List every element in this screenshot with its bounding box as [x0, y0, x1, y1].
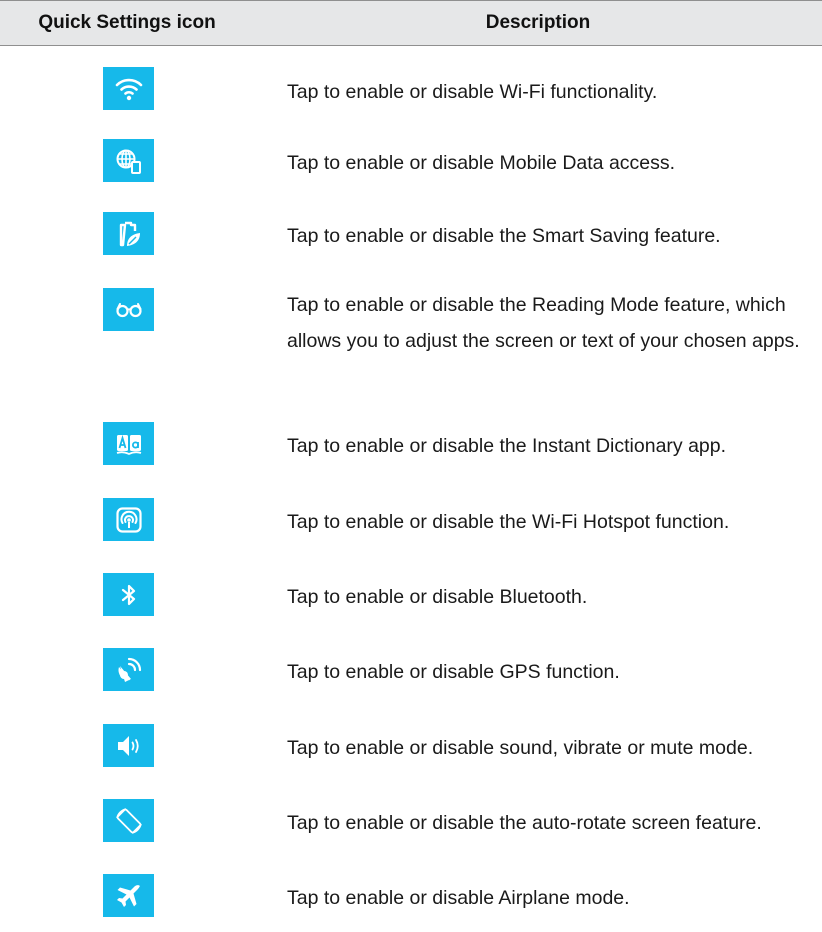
- reading-mode-icon[interactable]: [103, 288, 154, 331]
- row-description: Tap to enable or disable Mobile Data acc…: [287, 152, 676, 174]
- row-description: Tap to enable or disable the Reading Mod…: [287, 294, 800, 352]
- header-icon-column: Quick Settings icon: [38, 12, 216, 33]
- row-description: Tap to enable or disable the auto-rotate…: [287, 812, 762, 834]
- row-description: Tap to enable or disable Airplane mode.: [287, 887, 630, 909]
- instant-dictionary-icon[interactable]: [103, 422, 154, 465]
- row-description: Tap to enable or disable Wi-Fi functiona…: [287, 81, 658, 103]
- sound-icon[interactable]: [103, 724, 154, 767]
- header-description-column: Description: [485, 12, 591, 33]
- gps-icon[interactable]: [103, 648, 154, 691]
- smart-saving-icon[interactable]: [103, 212, 154, 255]
- airplane-icon[interactable]: [103, 874, 154, 917]
- row-description: Tap to enable or disable the Smart Savin…: [287, 225, 721, 247]
- row-description: Tap to enable or disable GPS function.: [287, 661, 620, 683]
- wifi-icon[interactable]: [103, 67, 154, 110]
- bluetooth-icon[interactable]: [103, 573, 154, 616]
- row-description: Tap to enable or disable sound, vibrate …: [287, 737, 754, 759]
- row-description: Tap to enable or disable Bluetooth.: [287, 586, 588, 608]
- row-description: Tap to enable or disable the Wi-Fi Hotsp…: [287, 511, 730, 533]
- table-header: Quick Settings icon Description: [0, 0, 822, 46]
- hotspot-icon[interactable]: [103, 498, 154, 541]
- mobile-data-icon[interactable]: [103, 139, 154, 182]
- quick-settings-table: Quick Settings icon Description Tap to e…: [0, 0, 822, 917]
- row-description: Tap to enable or disable the Instant Dic…: [287, 435, 727, 457]
- auto-rotate-icon[interactable]: [103, 799, 154, 842]
